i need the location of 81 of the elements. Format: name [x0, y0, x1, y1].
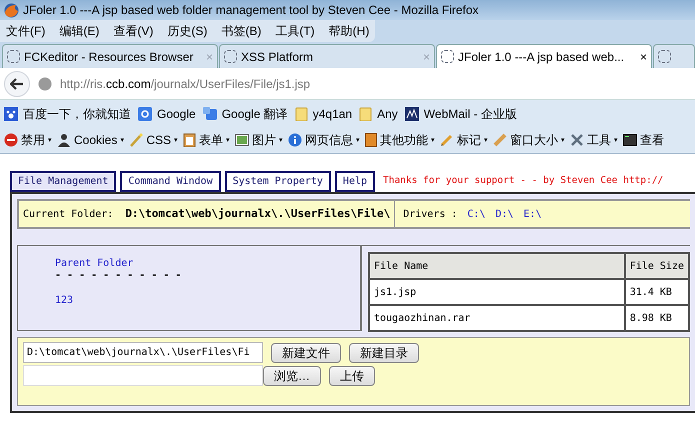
folder-link[interactable]: 123: [55, 293, 360, 308]
translate-icon: [202, 106, 217, 120]
column-header: File Name: [369, 253, 625, 279]
clipboard-icon: [183, 133, 196, 147]
menu-item[interactable]: 查看(V): [111, 22, 156, 40]
toolbar-menu[interactable]: 查看: [640, 131, 664, 149]
browser-tab[interactable]: XSS Platform ×: [219, 44, 435, 68]
upload-button[interactable]: 上传: [329, 366, 375, 386]
page-icon: [441, 50, 454, 63]
menu-item[interactable]: 书签(B): [219, 22, 264, 40]
menu-item[interactable]: 编辑(E): [57, 22, 102, 40]
page-icon: [658, 50, 671, 63]
parent-folder-link[interactable]: Parent Folder: [55, 256, 360, 271]
toolbar-menu[interactable]: 窗口大小: [510, 131, 558, 149]
screen-icon: [623, 134, 638, 146]
credit-text: Thanks for your support - - by Steven Cee http://: [383, 174, 664, 188]
toolbar-menu[interactable]: 禁用: [21, 131, 45, 149]
toolbar-menu[interactable]: 表单: [199, 131, 224, 149]
bookmark-link[interactable]: Google: [157, 104, 196, 122]
person-icon: [57, 133, 71, 147]
menu-item[interactable]: 历史(S): [165, 22, 210, 40]
info-icon: [288, 133, 302, 147]
table-cell: js1.jsp: [369, 279, 625, 305]
nav-tab[interactable]: System Property: [224, 170, 331, 192]
toolbar-menu[interactable]: 工具: [587, 131, 612, 149]
new-file-button[interactable]: 新建文件: [271, 342, 341, 362]
toolbar-menu[interactable]: 标记: [457, 131, 482, 149]
table-cell: 31.4 KB: [624, 279, 689, 305]
drive-link[interactable]: D:\: [495, 206, 514, 222]
ban-icon: [4, 133, 18, 147]
window-title: JFoler 1.0 ---A jsp based web folder management tool by Steven Cee - Mozilla Firefox: [0, 0, 695, 20]
column-header: File Size: [624, 253, 689, 279]
tools-icon: [570, 133, 584, 147]
wand-icon: [129, 133, 144, 147]
book-icon: [365, 133, 378, 147]
bookmark-link[interactable]: y4q1an: [312, 104, 352, 122]
fox-icon: [4, 2, 19, 18]
pencil-icon: [440, 133, 454, 147]
chart-logo-icon: [404, 106, 419, 120]
folder-icon: [294, 106, 308, 120]
paw-icon: [4, 106, 18, 120]
image-icon: [235, 134, 250, 146]
toolbar-menu[interactable]: Cookies: [74, 131, 118, 149]
toolbar-menu[interactable]: 图片: [252, 131, 276, 149]
nav-tab[interactable]: File Management: [10, 170, 116, 192]
nav-tab[interactable]: Help: [334, 170, 376, 192]
bookmark-link[interactable]: Google 翻译: [222, 104, 288, 122]
drive-link[interactable]: C:\: [467, 206, 486, 222]
drivers-label: Drivers :: [403, 208, 458, 222]
close-icon[interactable]: ×: [640, 50, 647, 62]
back-arrow-icon: [10, 78, 24, 90]
globe-icon: [38, 76, 52, 90]
path-field[interactable]: D:\tomcat\web\journalx\.\UserFiles\Fi: [23, 342, 263, 363]
drive-link[interactable]: E:\: [524, 206, 542, 222]
toolbar-menu[interactable]: 其他功能: [380, 131, 428, 149]
g-logo-icon: [138, 106, 152, 120]
browser-tab[interactable]: JFoler 1.0 ---A jsp based web... ×: [436, 44, 652, 68]
nav-tab[interactable]: Command Window: [120, 170, 221, 192]
folder-label: Current Folder:: [23, 208, 114, 222]
browser-tab[interactable]: FCKeditor - Resources Browser ×: [2, 44, 218, 68]
table-cell: 8.98 KB: [624, 305, 689, 331]
folder-icon: [359, 106, 372, 120]
dashed-separator: - - - - - - - - - - -: [55, 271, 182, 281]
menu-item[interactable]: 文件(F): [4, 22, 48, 40]
toolbar-menu[interactable]: 网页信息: [305, 131, 354, 149]
table-cell: tougaozhinan.rar: [369, 305, 625, 331]
page-icon: [224, 50, 237, 63]
browse-button[interactable]: 浏览…: [263, 366, 321, 386]
menu-item[interactable]: 工具(T): [273, 22, 317, 40]
bookmark-link[interactable]: WebMail - 企业版: [424, 104, 517, 122]
toolbar-menu[interactable]: CSS: [146, 131, 172, 149]
bookmark-link[interactable]: Any: [377, 104, 398, 122]
bookmark-link[interactable]: 百度一下，你就知道: [23, 104, 131, 122]
page-icon: [7, 50, 20, 63]
menu-item[interactable]: 帮助(H): [326, 22, 372, 40]
file-field[interactable]: [23, 365, 263, 386]
new-folder-button[interactable]: 新建目录: [349, 342, 419, 362]
ruler-icon: [493, 133, 508, 147]
url-field[interactable]: http://ris.ccb.com/journalx/UserFiles/File/js1.jsp: [60, 74, 310, 92]
folder-path: D:\tomcat\web\journalx\.\UserFiles\File\: [125, 206, 390, 222]
back-button[interactable]: [4, 70, 30, 96]
